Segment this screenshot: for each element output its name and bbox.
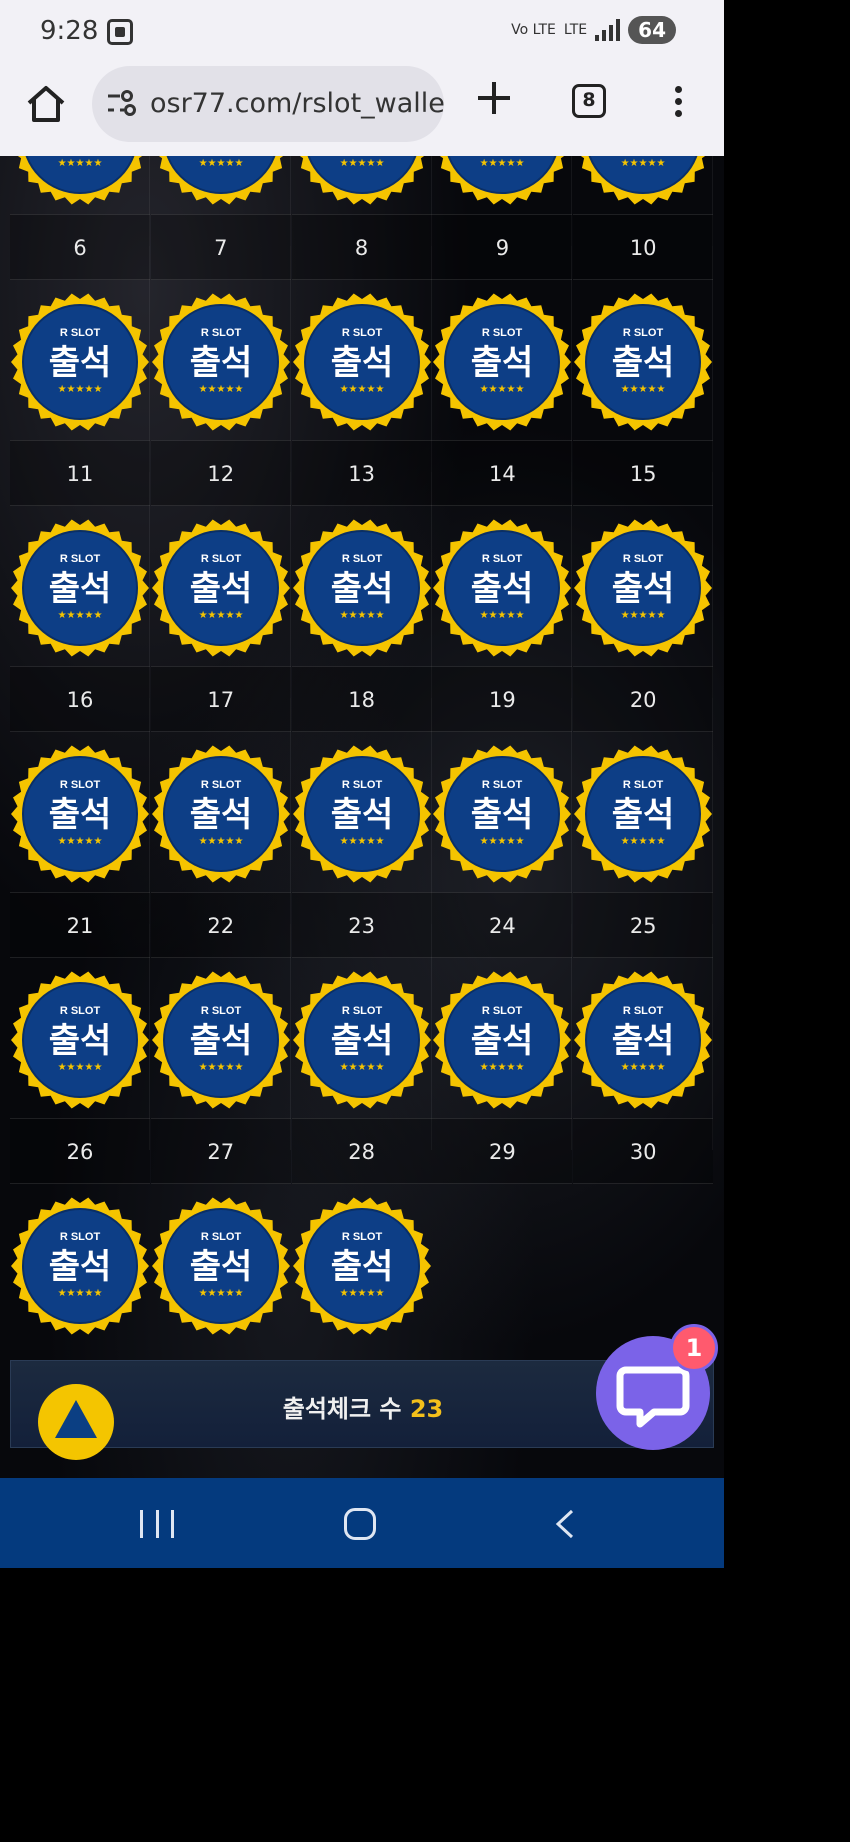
calendar-day-cell: 11 R SLOT 출석 ★★★★★ bbox=[10, 246, 150, 657]
screen-record-icon bbox=[107, 19, 133, 45]
volte-indicator: Vo LTE bbox=[511, 22, 556, 38]
system-nav-bar bbox=[0, 1478, 724, 1568]
triangle-up-icon bbox=[55, 1400, 97, 1438]
calendar-day-number: 29 bbox=[432, 1118, 573, 1184]
url-text: osr77.com/rslot_walle bbox=[150, 88, 444, 119]
badge-stars: ★★★★★ bbox=[480, 158, 525, 169]
calendar-day-cell: 23 R SLOT 출석 ★★★★★ bbox=[291, 698, 432, 1109]
calendar-day-cell: 22 R SLOT 출석 ★★★★★ bbox=[150, 698, 291, 1109]
badge-label: 출석 bbox=[471, 156, 534, 157]
calendar-day-cell: 29 bbox=[432, 924, 573, 1184]
back-icon[interactable] bbox=[552, 1508, 576, 1540]
badge-stars: ★★★★★ bbox=[621, 158, 666, 169]
attendance-stamp: R SLOT 출석 ★★★★★ bbox=[151, 156, 291, 206]
calendar-day-number: 26 bbox=[10, 1118, 150, 1184]
badge-label: 출석 bbox=[190, 156, 253, 157]
badge-stars: ★★★★★ bbox=[339, 1288, 384, 1299]
new-tab-icon[interactable] bbox=[474, 78, 514, 118]
scroll-top-button[interactable] bbox=[38, 1384, 114, 1460]
badge-stars: ★★★★★ bbox=[198, 158, 243, 169]
attendance-stamp: R SLOT 출석 ★★★★★ bbox=[432, 156, 572, 206]
recent-apps-icon[interactable] bbox=[140, 1510, 174, 1538]
attendance-stamp: R SLOT 출석 ★★★★★ bbox=[292, 1196, 432, 1336]
attendance-count-label: 출석체크 수 bbox=[282, 1395, 402, 1423]
calendar-day-cell: 28 R SLOT 출석 ★★★★★ bbox=[291, 924, 432, 1335]
status-indicators: Vo LTE LTE 64 bbox=[511, 16, 676, 44]
attendance-stamp: R SLOT 출석 ★★★★★ bbox=[10, 1196, 150, 1336]
calendar-day-cell: 20 R SLOT 출석 ★★★★★ bbox=[573, 472, 714, 883]
status-bar: 9:28 Vo LTE LTE 64 bbox=[0, 0, 724, 62]
attendance-stamp: R SLOT 출석 ★★★★★ bbox=[10, 156, 150, 206]
badge-stars: ★★★★★ bbox=[198, 1288, 243, 1299]
badge-label: 출석 bbox=[190, 1247, 253, 1287]
badge-label: 출석 bbox=[330, 156, 393, 157]
battery-indicator: 64 bbox=[628, 16, 676, 44]
status-time: 9:28 bbox=[40, 16, 99, 46]
attendance-count-value: 23 bbox=[409, 1395, 444, 1423]
badge-label: 출석 bbox=[49, 1247, 112, 1287]
attendance-page: 6 R SLOT 출석 ★★★★★ 7 R SLOT 출석 ★★★★★ 8 R … bbox=[0, 156, 724, 1478]
calendar-day-cell: 16 R SLOT 출석 ★★★★★ bbox=[10, 472, 150, 883]
calendar-day-cell: 25 R SLOT 출석 ★★★★★ bbox=[573, 698, 714, 1109]
lte-indicator: LTE bbox=[563, 22, 588, 38]
badge-brand: R SLOT bbox=[201, 1231, 242, 1243]
calendar-day-number: 30 bbox=[573, 1118, 714, 1184]
calendar-day-number: 28 bbox=[291, 1118, 432, 1184]
calendar-day-cell: 24 R SLOT 출석 ★★★★★ bbox=[432, 698, 573, 1109]
calendar-day-cell: 17 R SLOT 출석 ★★★★★ bbox=[150, 472, 291, 883]
home-icon[interactable] bbox=[24, 82, 68, 126]
calendar-day-cell: 21 R SLOT 출석 ★★★★★ bbox=[10, 698, 150, 1109]
calendar-day-cell: 19 R SLOT 출석 ★★★★★ bbox=[432, 472, 573, 883]
calendar-day-cell: 14 R SLOT 출석 ★★★★★ bbox=[432, 246, 573, 657]
calendar-day-cell: 12 R SLOT 출석 ★★★★★ bbox=[150, 246, 291, 657]
calendar-day-cell: 13 R SLOT 출석 ★★★★★ bbox=[291, 246, 432, 657]
chat-notification-badge: 1 bbox=[670, 1324, 718, 1372]
signal-icon bbox=[595, 19, 621, 41]
badge-brand: R SLOT bbox=[60, 1231, 101, 1243]
attendance-stamp: R SLOT 출석 ★★★★★ bbox=[292, 156, 432, 206]
badge-label: 출석 bbox=[49, 156, 112, 157]
badge-label: 출석 bbox=[330, 1247, 393, 1287]
more-menu-icon[interactable] bbox=[668, 86, 688, 122]
nav-home-icon[interactable] bbox=[344, 1508, 376, 1540]
calendar-day-cell: 26 R SLOT 출석 ★★★★★ bbox=[10, 924, 150, 1335]
badge-stars: ★★★★★ bbox=[58, 158, 103, 169]
badge-brand: R SLOT bbox=[341, 1231, 382, 1243]
badge-label: 출석 bbox=[612, 156, 675, 157]
calendar-day-cell: 30 bbox=[573, 924, 714, 1184]
address-bar[interactable]: osr77.com/rslot_walle bbox=[92, 66, 444, 142]
attendance-stamp: R SLOT 출석 ★★★★★ bbox=[573, 156, 713, 206]
badge-stars: ★★★★★ bbox=[58, 1288, 103, 1299]
site-settings-icon[interactable] bbox=[106, 88, 140, 118]
tab-switcher-button[interactable]: 8 bbox=[572, 84, 606, 118]
calendar-day-number: 27 bbox=[150, 1118, 291, 1184]
calendar-day-cell: 15 R SLOT 출석 ★★★★★ bbox=[573, 246, 714, 657]
badge-stars: ★★★★★ bbox=[339, 158, 384, 169]
calendar-day-cell: 18 R SLOT 출석 ★★★★★ bbox=[291, 472, 432, 883]
browser-toolbar: osr77.com/rslot_walle 8 bbox=[0, 62, 724, 156]
attendance-stamp: R SLOT 출석 ★★★★★ bbox=[151, 1196, 291, 1336]
calendar-day-cell: 27 R SLOT 출석 ★★★★★ bbox=[150, 924, 291, 1335]
